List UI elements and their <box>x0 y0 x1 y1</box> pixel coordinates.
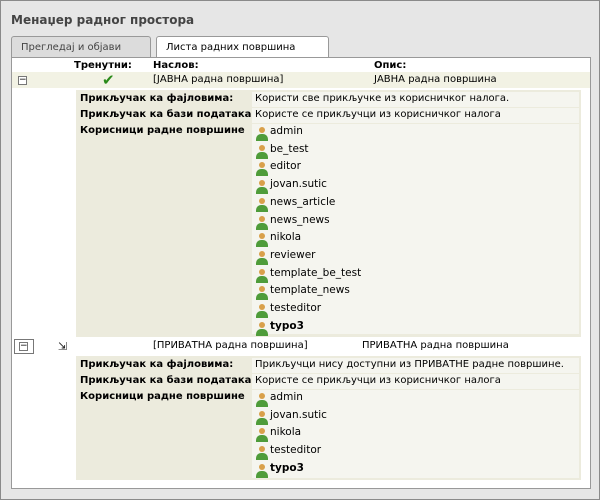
user-icon <box>256 304 268 318</box>
user-icon <box>256 410 268 425</box>
file-mounts-value: Прикључци нису доступни из ПРИВАТНЕ радн… <box>252 358 579 373</box>
user-icon <box>256 233 268 248</box>
page-title: Менаџер радног простора <box>11 13 195 27</box>
user-list: admin be_test editor jovan.sutic news_ar… <box>252 124 579 336</box>
user-icon <box>256 268 268 283</box>
workspace-users-label: Корисници радне површине <box>80 391 245 402</box>
db-mounts-label: Прикључак ка бази података: <box>80 109 256 120</box>
workspace-title: [ПРИВАТНА радна површина] <box>153 340 308 351</box>
checkmark-icon: ✔ <box>102 71 115 89</box>
user-icon <box>256 162 268 177</box>
db-mounts-label: Прикључак ка бази података: <box>80 375 256 386</box>
user-icon <box>256 428 268 443</box>
tab-workspace-list[interactable]: Листа радних површина <box>156 36 329 59</box>
collapse-button[interactable]: − <box>14 339 34 354</box>
workspace-row-private: − ⇲ [ПРИВАТНА радна површина] ПРИВАТНА р… <box>12 338 590 354</box>
user-icon <box>256 321 268 336</box>
user-icon <box>256 393 268 407</box>
table-header: Тренутни: Наслов: Опис: <box>12 60 590 72</box>
workspace-title: [ЈАВНА радна површина] <box>153 74 284 85</box>
db-mounts-value: Користе се прикључци из корисничког нало… <box>252 108 579 123</box>
workspace-details-public: Прикључак ка фајловима: Користи све прик… <box>76 90 581 337</box>
user-icon <box>256 197 268 212</box>
workspace-description: ЈАВНА радна површина <box>374 74 497 85</box>
file-mounts-label: Прикључак ка фајловима: <box>80 93 234 104</box>
collapse-icon[interactable]: − <box>18 76 27 85</box>
workspace-list-panel: Тренутни: Наслов: Опис: − ✔ [ЈАВНА радна… <box>11 57 591 489</box>
workspace-details-private: Прикључак ка фајловима: Прикључци нису д… <box>76 356 581 480</box>
user-icon <box>256 144 268 159</box>
user-icon <box>256 286 268 301</box>
workspace-row-public: − ✔ [ЈАВНА радна површина] ЈАВНА радна п… <box>12 72 590 88</box>
switch-workspace-icon[interactable]: ⇲ <box>58 341 67 352</box>
collapse-icon[interactable]: − <box>19 342 28 351</box>
user-icon <box>256 180 268 195</box>
column-title: Наслов: <box>153 60 199 71</box>
file-mounts-label: Прикључак ка фајловима: <box>80 359 234 370</box>
user-icon <box>256 463 268 478</box>
db-mounts-value: Користе се прикључци из корисничког нало… <box>252 374 579 389</box>
column-description: Опис: <box>374 60 407 71</box>
column-current: Тренутни: <box>74 60 132 71</box>
user-icon <box>256 215 268 230</box>
file-mounts-value: Користи све прикључке из корисничког нал… <box>252 92 579 107</box>
workspace-manager-window: Менаџер радног простора Прегледај и обја… <box>0 0 600 500</box>
user-icon <box>256 446 268 461</box>
workspace-description: ПРИВАТНА радна површина <box>362 340 509 351</box>
user-icon <box>256 127 268 141</box>
user-icon <box>256 250 268 265</box>
user-list: admin jovan.sutic nikola testeditor typo… <box>252 390 579 478</box>
workspace-users-label: Корисници радне површине <box>80 125 245 136</box>
tab-review-publish[interactable]: Прегледај и објави <box>11 36 151 58</box>
